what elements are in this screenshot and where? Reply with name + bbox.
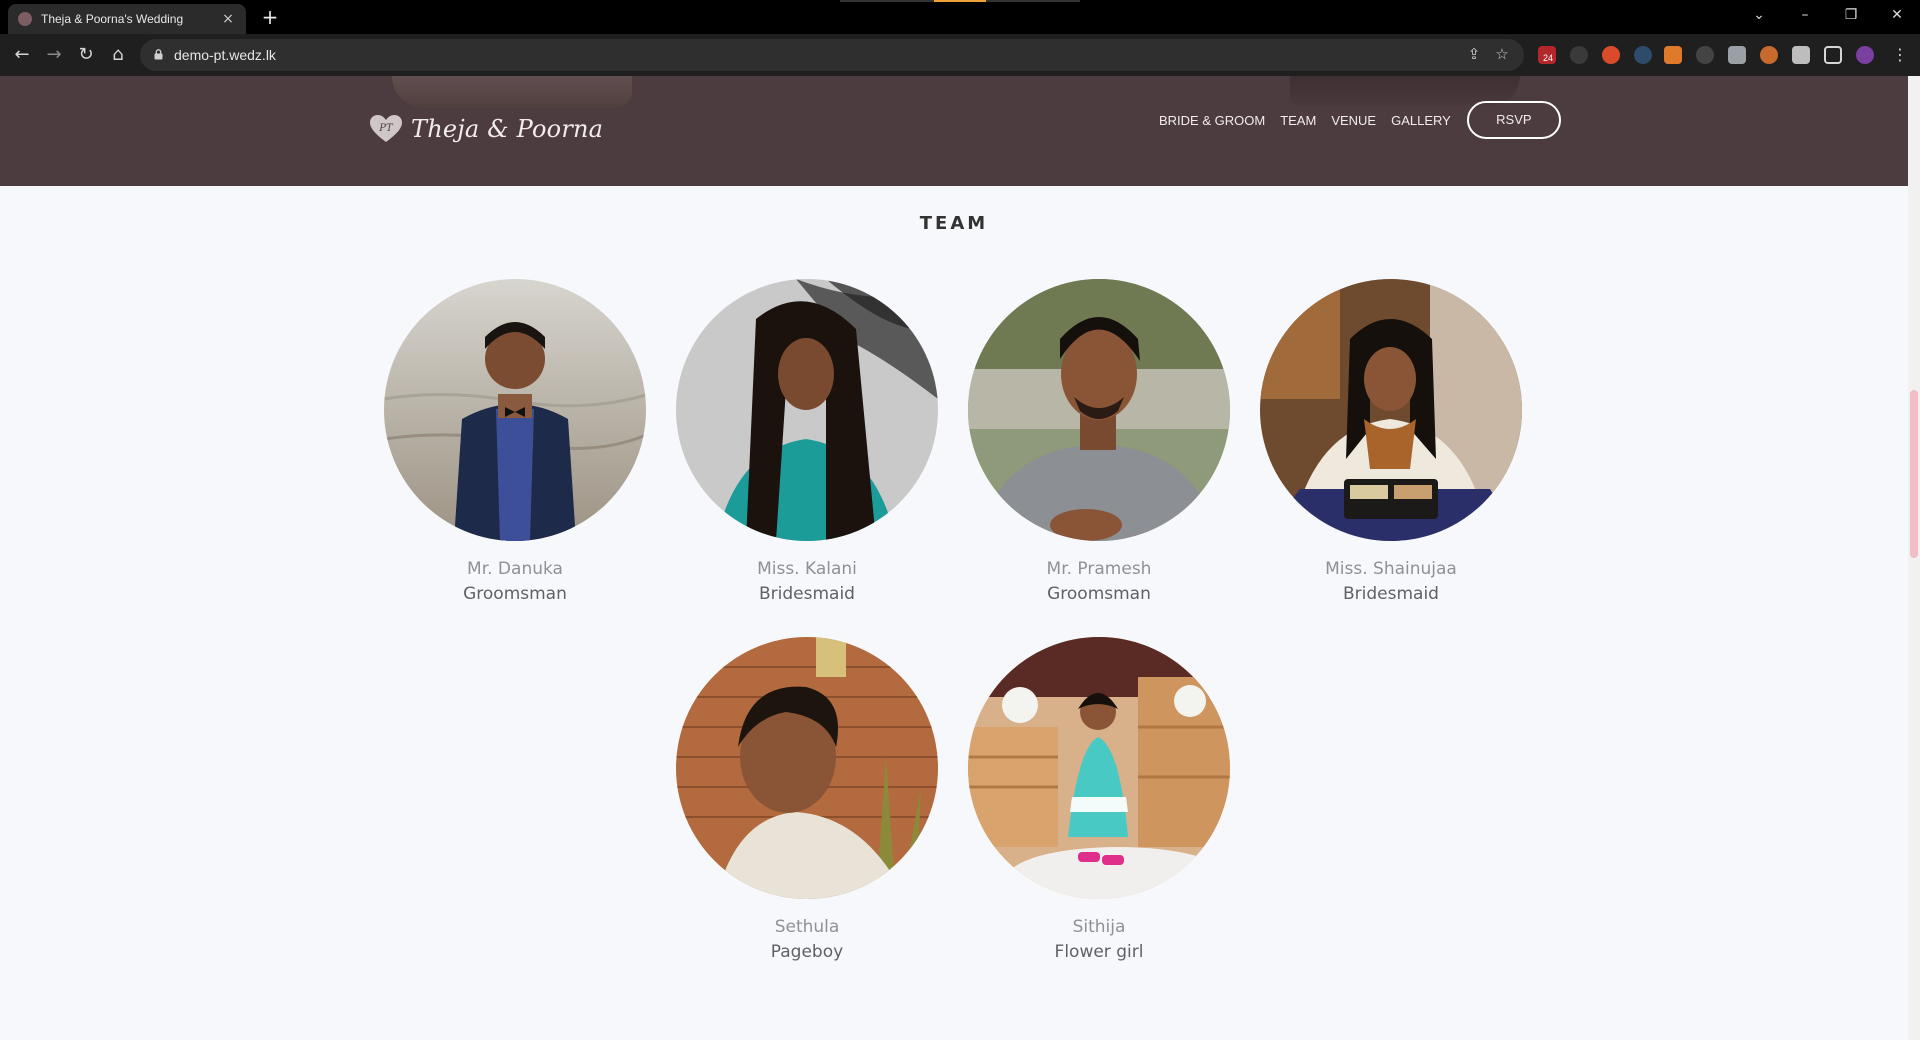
member-role: Pageboy [770,942,844,962]
close-window-button[interactable]: ✕ [1874,0,1920,30]
extension-colorful-icon[interactable] [1602,46,1620,64]
extension-fox-icon[interactable] [1664,46,1682,64]
forward-button[interactable]: → [40,41,68,69]
member-role: Groomsman [463,584,567,604]
member-name: Mr. Pramesh [1046,559,1152,579]
tab-title: Theja & Poorna's Wedding [41,12,184,26]
extension-glasses-icon[interactable] [1570,46,1588,64]
member-photo [676,279,938,541]
side-panel-icon[interactable] [1824,46,1842,64]
team-member-card: Mr. Danuka Groomsman [384,279,646,604]
member-photo [968,637,1230,899]
browser-tab-bar: Theja & Poorna's Wedding × + ⌄ – ❐ ✕ [0,0,1920,34]
member-name: Miss. Kalani [757,559,857,579]
member-name: Sethula [774,917,840,937]
member-photo [1260,279,1522,541]
team-member-card: Miss. Shainujaa Bridesmaid [1260,279,1522,604]
team-member-card: Sethula Pageboy [676,637,938,962]
extension-calendar-icon[interactable]: 24 [1538,46,1556,64]
member-role: Groomsman [1047,584,1151,604]
team-member-card: Mr. Pramesh Groomsman [968,279,1230,604]
browser-toolbar: ← → ↻ ⌂ demo-pt.wedz.lk ⇪ ☆ 24 ⋮ [0,34,1920,76]
window-drag-indicator [840,0,1080,2]
extension-react-icon[interactable] [1634,46,1652,64]
member-name: Sithija [1072,917,1126,937]
profile-avatar-icon[interactable] [1856,46,1874,64]
heart-logo-icon: PT [370,115,402,142]
extension-ghost-icon[interactable] [1696,46,1714,64]
browser-tab[interactable]: Theja & Poorna's Wedding × [8,4,246,34]
member-role: Bridesmaid [759,584,855,604]
new-tab-button[interactable]: + [258,4,282,30]
address-bar[interactable]: demo-pt.wedz.lk ⇪ ☆ [140,39,1524,71]
tab-close-icon[interactable]: × [220,11,236,27]
back-button[interactable]: ← [8,41,36,69]
extensions-puzzle-icon[interactable] [1792,46,1810,64]
member-name: Mr. Danuka [467,559,563,579]
tab-search-icon[interactable]: ⌄ [1736,0,1782,30]
team-member-card: Miss. Kalani Bridesmaid [676,279,938,604]
nav-bride-groom[interactable]: BRIDE & GROOM [1159,113,1265,128]
site-favicon-icon [18,12,32,26]
browser-menu-icon[interactable]: ⋮ [1886,41,1914,69]
site-header: PT Theja & Poorna BRIDE & GROOM TEAM VEN… [0,76,1908,186]
minimize-button[interactable]: – [1782,0,1828,30]
rsvp-button[interactable]: RSVP [1466,101,1561,139]
extension-translate-icon[interactable] [1728,46,1746,64]
extension-cookie-icon[interactable] [1760,46,1778,64]
restore-button[interactable]: ❐ [1828,0,1874,30]
member-name: Miss. Shainujaa [1325,559,1457,579]
reload-button[interactable]: ↻ [72,41,100,69]
home-button[interactable]: ⌂ [104,41,132,69]
svg-text:PT: PT [378,123,394,134]
nav-gallery[interactable]: GALLERY [1391,113,1451,128]
section-title: TEAM [919,213,989,234]
share-icon[interactable]: ⇪ [1464,45,1484,63]
nav-venue[interactable]: VENUE [1331,113,1376,128]
bookmark-star-icon[interactable]: ☆ [1492,45,1512,63]
site-logo[interactable]: PT Theja & Poorna [369,114,603,144]
member-role: Flower girl [1054,942,1144,962]
main-nav: BRIDE & GROOM TEAM VENUE GALLERY RSVP [1159,101,1561,139]
page-scrollbar[interactable] [1908,76,1920,1040]
scrollbar-thumb[interactable] [1910,390,1918,558]
logo-text: Theja & Poorna [411,115,604,143]
url-text[interactable]: demo-pt.wedz.lk [174,47,276,63]
nav-team[interactable]: TEAM [1280,113,1316,128]
member-photo [676,637,938,899]
team-member-card: Sithija Flower girl [968,637,1230,962]
member-role: Bridesmaid [1343,584,1439,604]
member-photo [384,279,646,541]
hero-image-fragment [392,76,632,108]
lock-icon [154,49,163,60]
member-photo [968,279,1230,541]
page-content: PT Theja & Poorna BRIDE & GROOM TEAM VEN… [0,76,1908,1040]
